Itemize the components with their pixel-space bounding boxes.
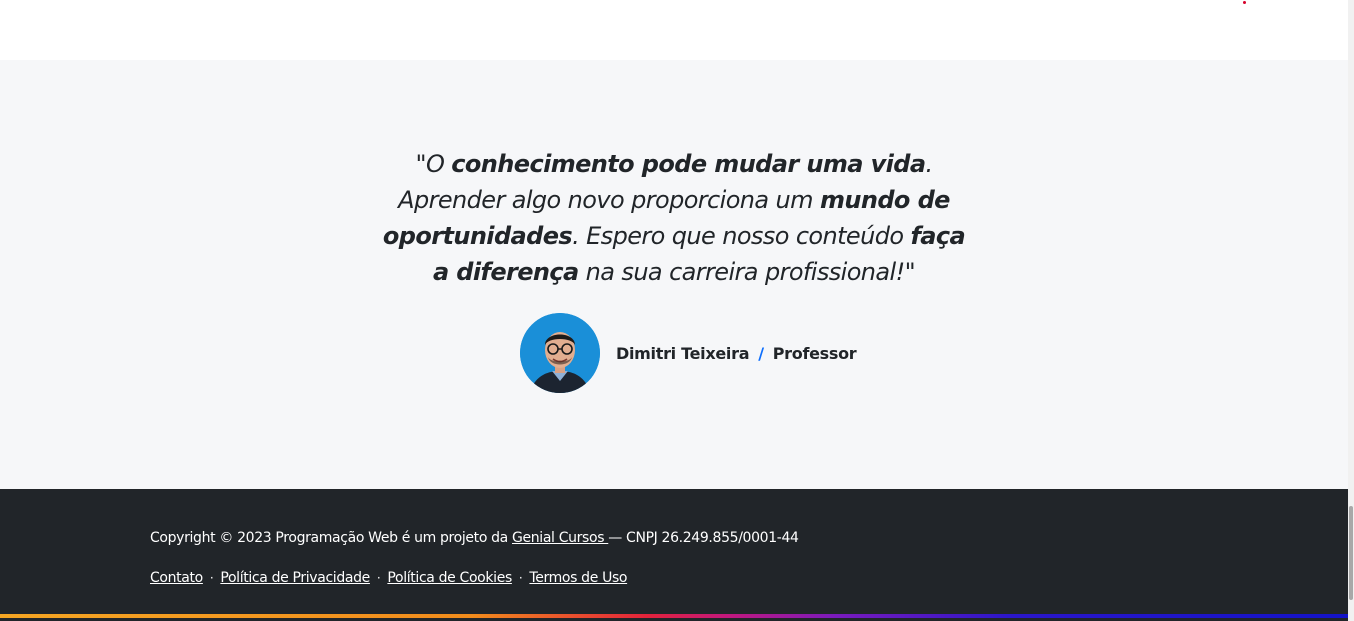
author-separator: / [758,343,764,363]
footer-link-contato[interactable]: Contato [150,570,203,586]
quote-text-3: . Espero que nosso conteúdo [572,222,911,250]
link-separator: · [209,571,214,585]
testimonial-section: "O conhecimento pode mudar uma vida. Apr… [0,60,1348,489]
copyright-prefix: Copyright © 2023 Programação Web é um pr… [150,530,512,546]
avatar-portrait-icon [520,313,600,393]
copyright-text: Copyright © 2023 Programação Web é um pr… [150,530,799,546]
page: "O conhecimento pode mudar uma vida. Apr… [0,0,1354,621]
status-dot [1243,1,1246,4]
author-role: Professor [772,343,857,363]
testimonial-quote: "O conhecimento pode mudar uma vida. Apr… [374,146,974,290]
link-separator: · [376,571,381,585]
footer-links: Contato · Política de Privacidade · Política… [150,570,627,586]
testimonial-author: Dimitri Teixeira / Professor [520,313,857,393]
copyright-suffix: — CNPJ 26.249.855/0001-44 [608,530,799,546]
quote-text-4: na sua carreira profissional!" [578,258,916,286]
scrollbar[interactable] [1348,0,1354,621]
top-strip [0,0,1348,60]
footer-link-cookies[interactable]: Política de Cookies [387,570,512,586]
avatar [520,313,600,393]
footer-link-termos[interactable]: Termos de Uso [529,570,627,586]
genial-cursos-link[interactable]: Genial Cursos [512,530,608,546]
scrollbar-thumb[interactable] [1349,506,1353,600]
author-name: Dimitri Teixeira [616,343,750,363]
link-separator: · [518,571,523,585]
footer-link-privacidade[interactable]: Política de Privacidade [220,570,370,586]
author-info: Dimitri Teixeira / Professor [616,343,857,363]
quote-highlight-1: conhecimento pode mudar uma vida [451,150,926,178]
site-footer: Copyright © 2023 Programação Web é um pr… [0,489,1348,615]
quote-text-1: "O [415,150,452,178]
